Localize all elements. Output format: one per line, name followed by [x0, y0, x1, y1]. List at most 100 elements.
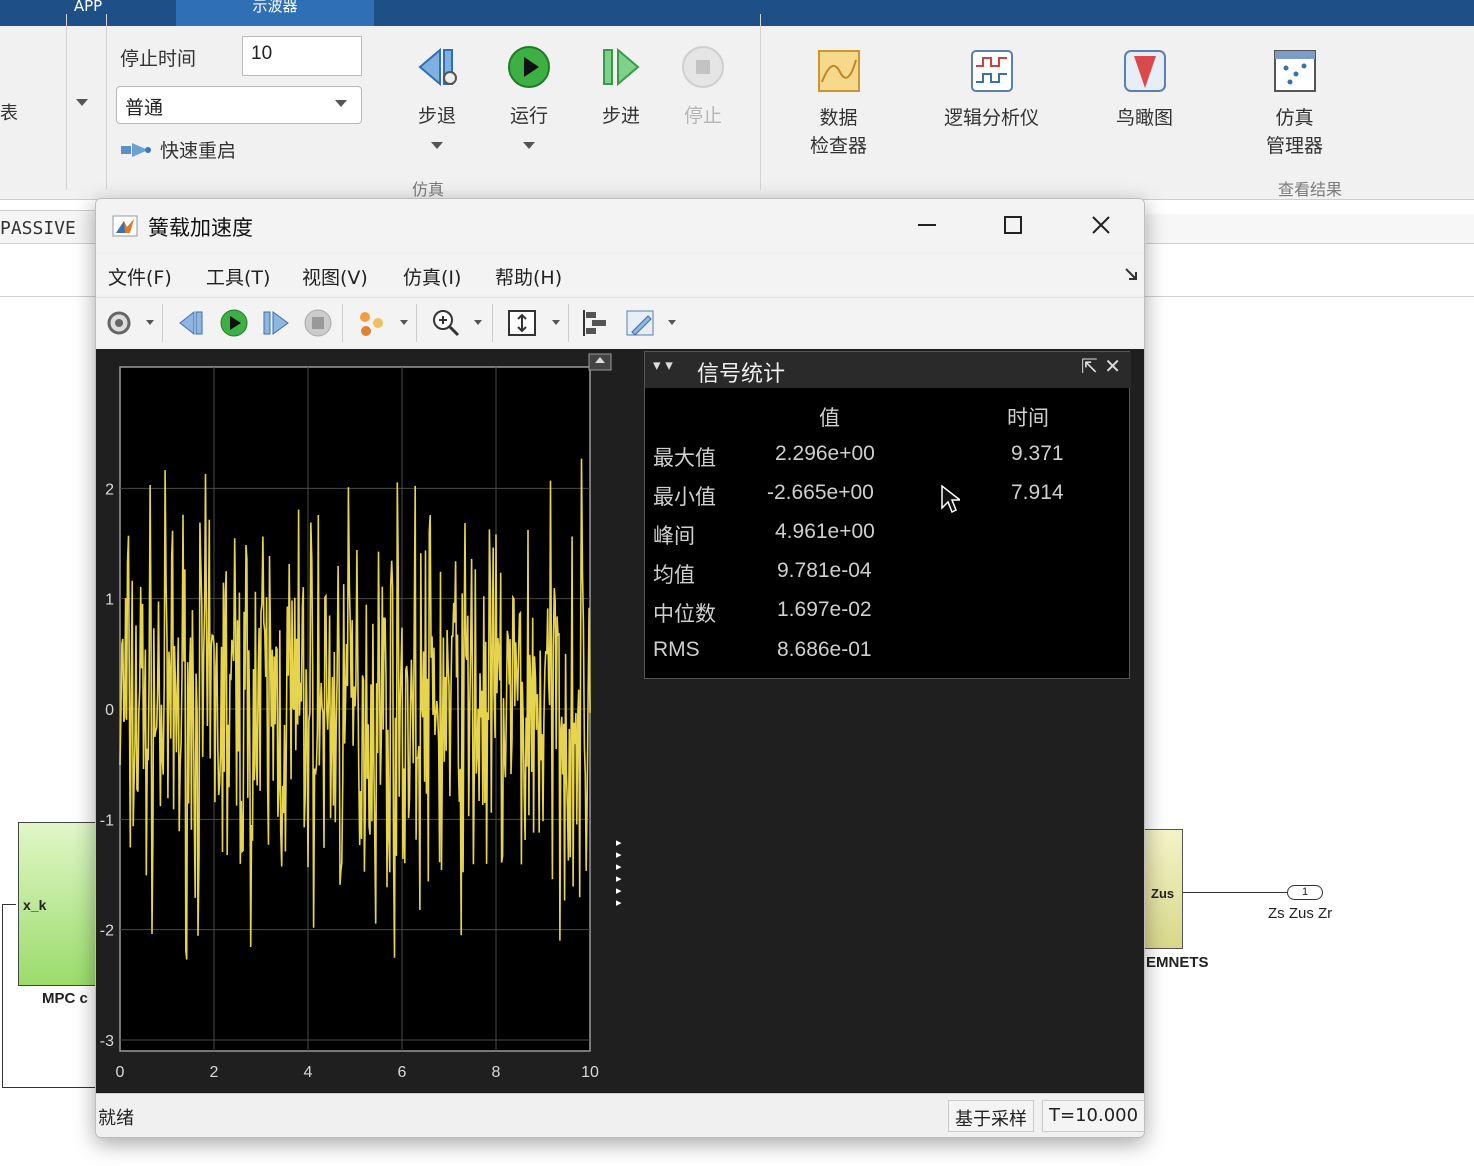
- signal-stats-header: ▾ ▾ 信号统计 ⇱ ✕: [645, 352, 1131, 388]
- toolbar-separator: [568, 304, 569, 342]
- stats-row-value: 1.697e-02: [777, 598, 872, 621]
- chevron-down-icon[interactable]: [400, 320, 408, 325]
- stats-row-value: 9.781e-04: [777, 559, 872, 582]
- expand-icon[interactable]: [588, 353, 612, 371]
- dock-icon[interactable]: [1124, 267, 1138, 281]
- stop-button[interactable]: 停止: [668, 44, 738, 128]
- close-icon[interactable]: [1074, 207, 1128, 243]
- x-tick-label: 6: [398, 1064, 407, 1081]
- sim-manager-icon: [1273, 50, 1316, 92]
- data-inspector-label-2: 检查器: [810, 135, 868, 157]
- measure-icon[interactable]: [580, 308, 612, 338]
- tab-app[interactable]: APP: [0, 0, 176, 26]
- stats-row-name: 中位数: [653, 603, 716, 626]
- settings-icon[interactable]: [104, 308, 136, 338]
- chevron-down-icon[interactable]: [431, 142, 443, 149]
- scope-titlebar[interactable]: 簧载加速度: [96, 199, 1144, 251]
- chevron-down-icon[interactable]: [474, 320, 482, 325]
- menu-tools[interactable]: 工具(T): [206, 263, 270, 290]
- sim-manager-button[interactable]: 仿真 管理器: [1266, 48, 1323, 160]
- passive-label: PASSIVE: [0, 210, 96, 244]
- stop-time-input[interactable]: 10: [242, 36, 362, 76]
- matlab-icon: [112, 215, 138, 237]
- birds-eye-label: 鸟瞰图: [1116, 107, 1174, 129]
- app-tab-strip: APP 示波器: [0, 0, 1474, 26]
- logic-analyzer-icon: [970, 50, 1013, 92]
- chevron-down-icon[interactable]: [668, 320, 676, 325]
- scale-axes-icon[interactable]: [506, 308, 538, 338]
- y-tick-label: 2: [105, 481, 114, 498]
- y-tick-label: -2: [100, 923, 114, 940]
- stats-row-name: 均值: [653, 564, 695, 587]
- panel-splitter[interactable]: ▸ ▸ ▸ ▸ ▸ ▸: [616, 837, 622, 909]
- signal-line: [1183, 892, 1287, 893]
- stop-icon[interactable]: [302, 308, 334, 338]
- signal-stats-title: 信号统计: [697, 362, 786, 387]
- chevron-down-icon[interactable]: [146, 320, 154, 325]
- collapse-icon[interactable]: ▾ ▾: [653, 356, 673, 374]
- status-ready: 就绪: [98, 1108, 134, 1129]
- birds-eye-button[interactable]: 鸟瞰图: [1116, 48, 1173, 132]
- stop-label: 停止: [683, 105, 722, 127]
- undock-close-icon[interactable]: ⇱ ✕: [1081, 354, 1121, 378]
- menu-help[interactable]: 帮助(H): [495, 263, 562, 290]
- stats-row-name: RMS: [653, 638, 700, 661]
- mpc-block[interactable]: x_k: [18, 822, 98, 986]
- chevron-down-icon[interactable]: [523, 142, 535, 149]
- style-edit-icon[interactable]: [624, 308, 656, 338]
- mpc-port-label: x_k: [23, 897, 47, 913]
- stats-col-time: 时间: [1007, 407, 1049, 430]
- data-inspector-icon: [817, 50, 860, 92]
- ribbon-left-label: 表: [0, 103, 18, 124]
- step-back-icon[interactable]: [176, 308, 208, 338]
- model-address-bar: [1146, 214, 1474, 244]
- stats-row-time: 7.914: [1011, 481, 1064, 504]
- fast-restart-icon: [121, 142, 151, 157]
- step-forward-button[interactable]: 步进: [586, 44, 656, 128]
- signal-line: [2, 904, 16, 905]
- y-tick-label: -1: [100, 812, 114, 829]
- menu-view[interactable]: 视图(V): [302, 263, 368, 290]
- minimize-icon[interactable]: [900, 207, 954, 243]
- zoom-in-icon[interactable]: [430, 308, 462, 338]
- menu-simulation[interactable]: 仿真(I): [403, 263, 461, 290]
- x-tick-label: 4: [304, 1064, 313, 1081]
- birds-eye-icon: [1123, 50, 1166, 92]
- outport-block[interactable]: 1: [1287, 885, 1323, 900]
- y-tick-label: 1: [105, 592, 114, 609]
- signal-line: [2, 1087, 96, 1088]
- data-inspector-button[interactable]: 数据 检查器: [810, 48, 867, 160]
- logic-analyzer-button[interactable]: 逻辑分析仪: [944, 48, 1039, 132]
- mouse-cursor-icon: [941, 484, 960, 514]
- x-tick-label: 8: [492, 1064, 501, 1081]
- stop-icon: [682, 46, 724, 88]
- x-tick-label: 10: [581, 1064, 599, 1081]
- signal-line: [2, 904, 3, 1088]
- stats-row-name: 最小值: [653, 486, 716, 509]
- ribbon-separator: [66, 14, 67, 190]
- tab-scope[interactable]: 示波器: [176, 0, 374, 26]
- scope-title: 簧载加速度: [148, 216, 253, 240]
- stop-time-label: 停止时间: [120, 48, 197, 70]
- highlight-icon[interactable]: [356, 308, 388, 338]
- menu-file[interactable]: 文件(F): [108, 263, 172, 290]
- chevron-down-icon[interactable]: [76, 99, 88, 106]
- stats-row-value: 8.686e-01: [777, 638, 872, 661]
- stats-row-value: 2.296e+00: [775, 442, 875, 465]
- run-icon: [508, 46, 550, 88]
- step-back-button[interactable]: 步退: [402, 44, 472, 149]
- scope-plot[interactable]: 0 2 4 6 8 10210-1-2-3: [96, 349, 636, 1093]
- logic-analyzer-label: 逻辑分析仪: [944, 107, 1040, 129]
- maximize-icon[interactable]: [986, 207, 1040, 243]
- emnets-block[interactable]: Zus: [1140, 829, 1183, 949]
- fast-restart-button[interactable]: 快速重启: [120, 136, 236, 163]
- scope-window: 簧载加速度 文件(F) 工具(T) 视图(V) 仿真(I) 帮助(H) 0 2 …: [95, 198, 1145, 1138]
- emnets-block-label: EMNETS: [1146, 954, 1209, 971]
- run-button[interactable]: 运行: [494, 44, 564, 149]
- scope-menubar: 文件(F) 工具(T) 视图(V) 仿真(I) 帮助(H): [96, 255, 1144, 295]
- chevron-down-icon[interactable]: [552, 320, 560, 325]
- sim-manager-label-1: 仿真: [1275, 107, 1314, 129]
- sim-mode-select[interactable]: 普通: [116, 86, 362, 124]
- step-forward-icon[interactable]: [260, 308, 292, 338]
- run-icon[interactable]: [218, 308, 250, 338]
